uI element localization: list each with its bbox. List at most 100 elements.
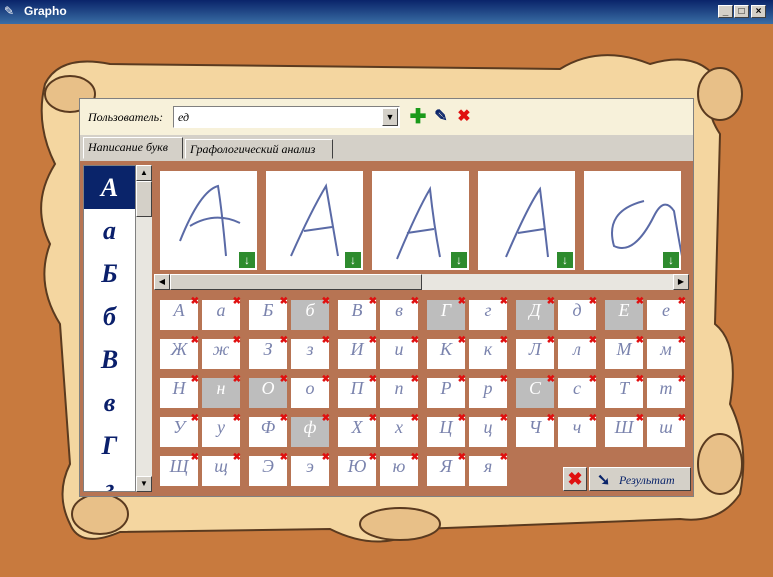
delete-icon[interactable]: ✖: [369, 335, 377, 346]
letter-sample-cell[interactable]: П ✖: [338, 374, 377, 408]
letter-sample-cell[interactable]: Х ✖: [338, 413, 377, 447]
delete-icon[interactable]: ✖: [191, 413, 199, 424]
letter-sample-cell[interactable]: р ✖: [469, 374, 508, 408]
letter-sample-cell[interactable]: Н ✖: [160, 374, 199, 408]
scroll-thumb[interactable]: [136, 181, 152, 217]
letter-list-item[interactable]: А: [84, 166, 135, 209]
delete-icon[interactable]: ✖: [589, 335, 597, 346]
letter-list-item[interactable]: Г: [84, 424, 135, 467]
delete-icon[interactable]: ✖: [458, 452, 466, 463]
delete-icon[interactable]: ✖: [369, 452, 377, 463]
delete-icon[interactable]: ✖: [636, 296, 644, 307]
add-user-button[interactable]: ✚: [408, 107, 428, 127]
delete-icon[interactable]: ✖: [589, 413, 597, 424]
result-button[interactable]: ➘ Результат: [589, 467, 691, 491]
delete-icon[interactable]: ✖: [191, 452, 199, 463]
delete-icon[interactable]: ✖: [547, 335, 555, 346]
delete-icon[interactable]: ✖: [322, 296, 330, 307]
delete-icon[interactable]: ✖: [500, 335, 508, 346]
letter-sample-cell[interactable]: к ✖: [469, 335, 508, 369]
letter-sample-cell[interactable]: Б ✖: [249, 296, 288, 330]
letter-sample-cell[interactable]: У ✖: [160, 413, 199, 447]
scroll-up-button[interactable]: ▲: [136, 165, 152, 181]
sample-card[interactable]: ↓: [584, 171, 681, 270]
letter-sample-cell[interactable]: н ✖: [202, 374, 241, 408]
download-arrow-icon[interactable]: ↓: [557, 252, 573, 268]
letter-list[interactable]: АаБбВвГг: [83, 165, 136, 492]
download-arrow-icon[interactable]: ↓: [663, 252, 679, 268]
delete-icon[interactable]: ✖: [678, 296, 686, 307]
letter-sample-cell[interactable]: у ✖: [202, 413, 241, 447]
delete-icon[interactable]: ✖: [280, 374, 288, 385]
sample-card[interactable]: ↓: [266, 171, 363, 270]
letter-sample-cell[interactable]: Р ✖: [427, 374, 466, 408]
letter-sample-cell[interactable]: З ✖: [249, 335, 288, 369]
letter-sample-cell[interactable]: б ✖: [291, 296, 330, 330]
letter-sample-cell[interactable]: Д ✖: [516, 296, 555, 330]
delete-icon[interactable]: ✖: [636, 374, 644, 385]
letter-sample-cell[interactable]: я ✖: [469, 452, 508, 486]
user-select[interactable]: ед ▼: [173, 106, 400, 128]
delete-icon[interactable]: ✖: [233, 335, 241, 346]
delete-icon[interactable]: ✖: [369, 413, 377, 424]
sample-card[interactable]: ↓: [160, 171, 257, 270]
letter-sample-cell[interactable]: ц ✖: [469, 413, 508, 447]
delete-icon[interactable]: ✖: [322, 413, 330, 424]
delete-icon[interactable]: ✖: [500, 452, 508, 463]
letter-sample-cell[interactable]: ф ✖: [291, 413, 330, 447]
delete-icon[interactable]: ✖: [411, 413, 419, 424]
sample-card[interactable]: ↓: [478, 171, 575, 270]
letter-sample-cell[interactable]: с ✖: [558, 374, 597, 408]
letter-sample-cell[interactable]: в ✖: [380, 296, 419, 330]
delete-icon[interactable]: ✖: [458, 296, 466, 307]
letter-sample-cell[interactable]: ч ✖: [558, 413, 597, 447]
delete-icon[interactable]: ✖: [191, 296, 199, 307]
letter-sample-cell[interactable]: К ✖: [427, 335, 466, 369]
delete-icon[interactable]: ✖: [233, 413, 241, 424]
letter-sample-cell[interactable]: Ш ✖: [605, 413, 644, 447]
delete-icon[interactable]: ✖: [589, 296, 597, 307]
letter-sample-cell[interactable]: Е ✖: [605, 296, 644, 330]
letter-sample-cell[interactable]: м ✖: [647, 335, 686, 369]
gallery-scrollbar[interactable]: ◀ ▶: [154, 274, 689, 290]
delete-icon[interactable]: ✖: [280, 452, 288, 463]
delete-icon[interactable]: ✖: [280, 413, 288, 424]
gallery-scroll-thumb[interactable]: [170, 274, 422, 290]
letter-list-item[interactable]: б: [84, 295, 135, 338]
letter-sample-cell[interactable]: ю ✖: [380, 452, 419, 486]
letter-sample-cell[interactable]: С ✖: [516, 374, 555, 408]
maximize-button[interactable]: □: [734, 5, 749, 18]
letter-sample-cell[interactable]: В ✖: [338, 296, 377, 330]
scroll-down-button[interactable]: ▼: [136, 476, 152, 492]
delete-icon[interactable]: ✖: [678, 335, 686, 346]
delete-icon[interactable]: ✖: [369, 374, 377, 385]
delete-icon[interactable]: ✖: [369, 296, 377, 307]
delete-icon[interactable]: ✖: [233, 452, 241, 463]
delete-icon[interactable]: ✖: [678, 374, 686, 385]
download-arrow-icon[interactable]: ↓: [239, 252, 255, 268]
scroll-right-button[interactable]: ▶: [673, 274, 689, 290]
delete-icon[interactable]: ✖: [280, 335, 288, 346]
letter-sample-cell[interactable]: А ✖: [160, 296, 199, 330]
letter-sample-cell[interactable]: о ✖: [291, 374, 330, 408]
letter-sample-cell[interactable]: ж ✖: [202, 335, 241, 369]
delete-icon[interactable]: ✖: [191, 335, 199, 346]
letter-sample-cell[interactable]: Ж ✖: [160, 335, 199, 369]
delete-user-button[interactable]: ✖: [454, 107, 474, 127]
close-button[interactable]: ×: [751, 5, 766, 18]
letter-sample-cell[interactable]: з ✖: [291, 335, 330, 369]
letter-sample-cell[interactable]: Ф ✖: [249, 413, 288, 447]
delete-icon[interactable]: ✖: [411, 374, 419, 385]
delete-icon[interactable]: ✖: [280, 296, 288, 307]
delete-sample-button[interactable]: ✖: [563, 467, 587, 491]
delete-icon[interactable]: ✖: [411, 335, 419, 346]
letter-sample-cell[interactable]: М ✖: [605, 335, 644, 369]
delete-icon[interactable]: ✖: [458, 335, 466, 346]
letter-sample-cell[interactable]: Т ✖: [605, 374, 644, 408]
letter-list-item[interactable]: Б: [84, 252, 135, 295]
delete-icon[interactable]: ✖: [678, 413, 686, 424]
letter-sample-cell[interactable]: Ц ✖: [427, 413, 466, 447]
letter-sample-cell[interactable]: О ✖: [249, 374, 288, 408]
delete-icon[interactable]: ✖: [322, 374, 330, 385]
letter-sample-cell[interactable]: Щ ✖: [160, 452, 199, 486]
